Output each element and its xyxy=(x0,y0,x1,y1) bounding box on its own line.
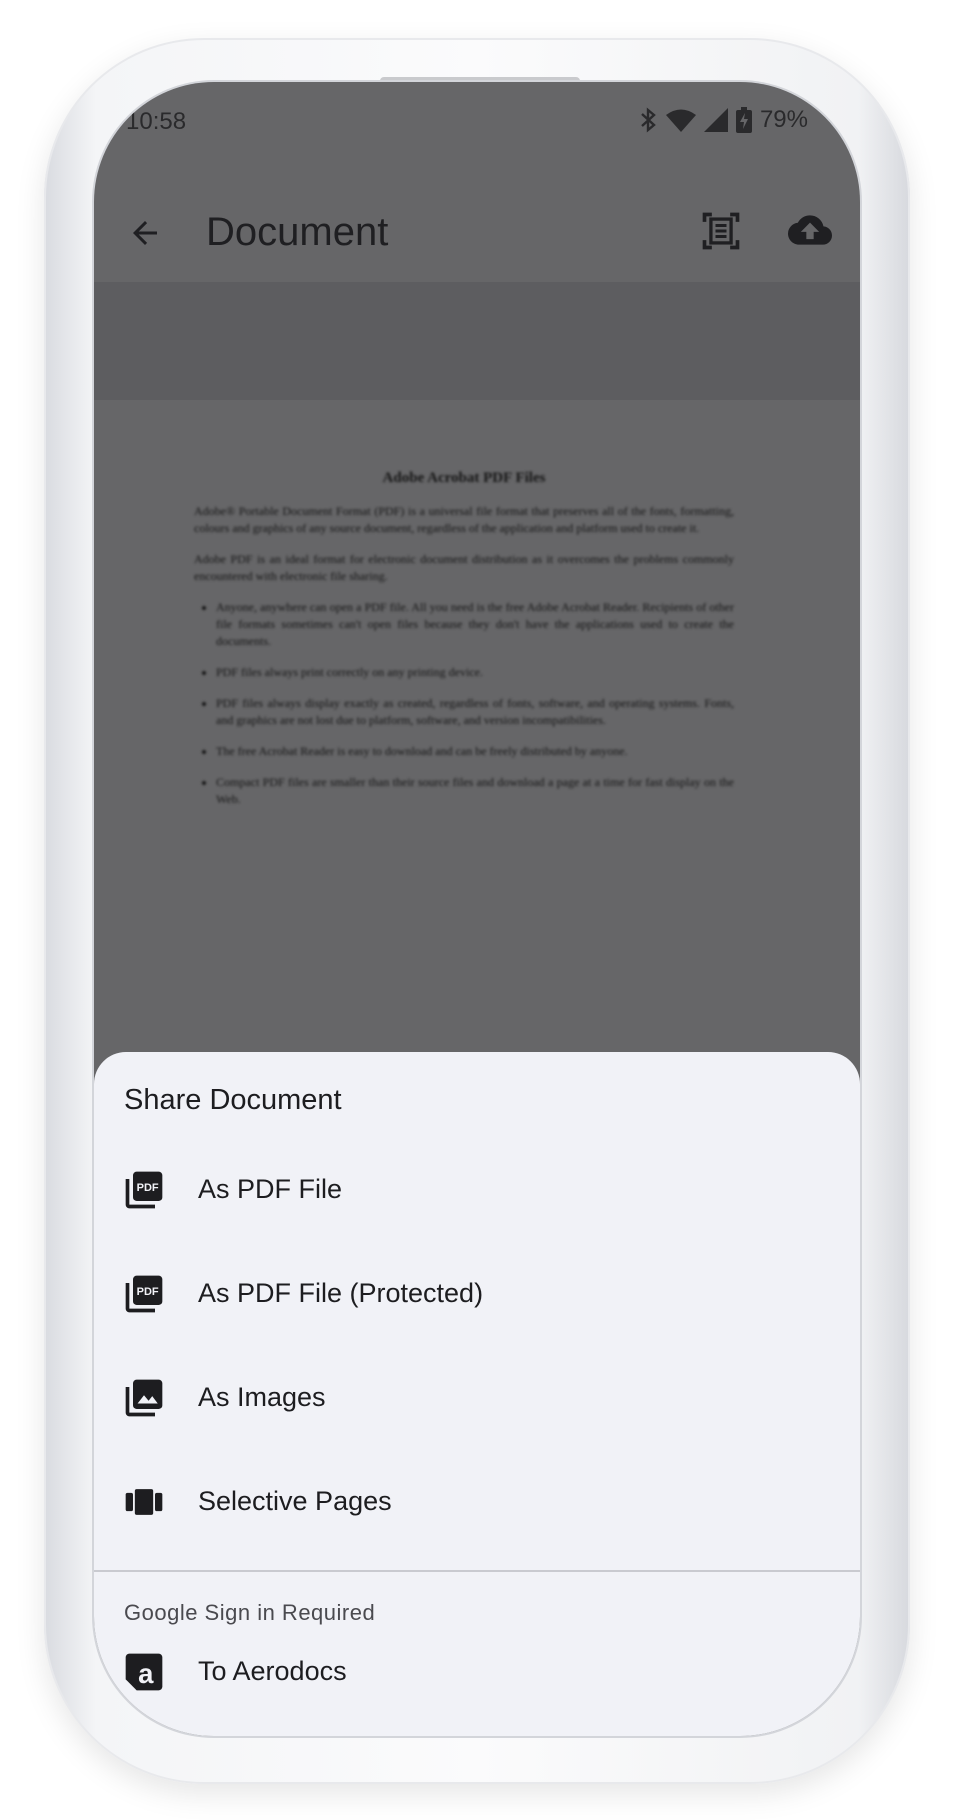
share-item-label: To Aerodocs xyxy=(198,1656,347,1686)
document-page: Adobe Acrobat PDF Files Adobe® Portable … xyxy=(194,470,734,930)
share-selective-pages-item[interactable]: Selective Pages xyxy=(94,1450,860,1554)
arrow-back-icon xyxy=(133,221,157,245)
share-bottom-sheet: Share Document PDF As PDF File PDF As PD… xyxy=(94,1052,860,1736)
share-as-images-item[interactable]: As Images xyxy=(94,1346,860,1450)
sheet-title: Share Document xyxy=(124,1084,342,1116)
document-bullet: The free Acrobat Reader is easy to downl… xyxy=(216,743,734,760)
share-item-label: As Images xyxy=(198,1382,326,1412)
document-bullet: Anyone, anywhere can open a PDF file. Al… xyxy=(216,599,734,650)
screen: 10:58 79% Document Adobe Acrobat PDF Fil… xyxy=(94,82,860,1736)
document-bullet: PDF files always print correctly on any … xyxy=(216,664,734,681)
cloud-upload-icon xyxy=(788,215,832,245)
document-preview: Adobe Acrobat PDF Files Adobe® Portable … xyxy=(94,400,860,1140)
svg-text:PDF: PDF xyxy=(137,1286,159,1298)
page-title: Document xyxy=(206,210,389,254)
share-item-label: As PDF File (Protected) xyxy=(198,1278,484,1308)
share-as-pdf-item[interactable]: PDF As PDF File xyxy=(94,1138,860,1242)
share-item-label: As PDF File xyxy=(198,1174,343,1204)
share-item-label: Selective Pages xyxy=(198,1486,392,1516)
svg-text:a: a xyxy=(138,1658,154,1689)
document-bullet: PDF files always display exactly as crea… xyxy=(216,695,734,729)
battery-percent: 79% xyxy=(759,106,808,133)
document-bullet: Compact PDF files are smaller than their… xyxy=(216,774,734,808)
images-icon xyxy=(125,1379,163,1417)
document-paragraph: Adobe® Portable Document Format (PDF) is… xyxy=(194,504,734,535)
divider xyxy=(94,1570,860,1572)
document-title: Adobe Acrobat PDF Files xyxy=(382,470,546,486)
bluetooth-icon xyxy=(638,107,658,133)
svg-text:PDF: PDF xyxy=(137,1182,159,1194)
back-button[interactable] xyxy=(120,208,170,258)
wifi-icon xyxy=(665,108,696,132)
document-paragraph: Adobe PDF is an ideal format for electro… xyxy=(194,552,734,583)
share-as-pdf-protected-item[interactable]: PDF As PDF File (Protected) xyxy=(94,1242,860,1346)
share-to-aerodocs-item[interactable]: a To Aerodocs xyxy=(94,1620,860,1724)
document-scanner-icon xyxy=(702,212,740,250)
pdf-file-icon: PDF xyxy=(125,1171,163,1209)
pages-carousel-icon xyxy=(125,1489,163,1515)
scan-button[interactable] xyxy=(690,200,752,262)
upload-button[interactable] xyxy=(782,202,838,258)
status-bar: 10:58 79% xyxy=(94,82,860,162)
status-time: 10:58 xyxy=(126,108,187,135)
battery-charging-icon xyxy=(735,107,752,133)
toolbar-strip xyxy=(94,282,860,400)
document-bullet-list: Anyone, anywhere can open a PDF file. Al… xyxy=(194,599,734,808)
status-icons: 79% xyxy=(638,106,808,134)
aerodocs-logo-icon: a xyxy=(125,1653,163,1691)
pdf-protected-icon: PDF xyxy=(125,1275,163,1313)
signal-icon xyxy=(703,108,728,132)
